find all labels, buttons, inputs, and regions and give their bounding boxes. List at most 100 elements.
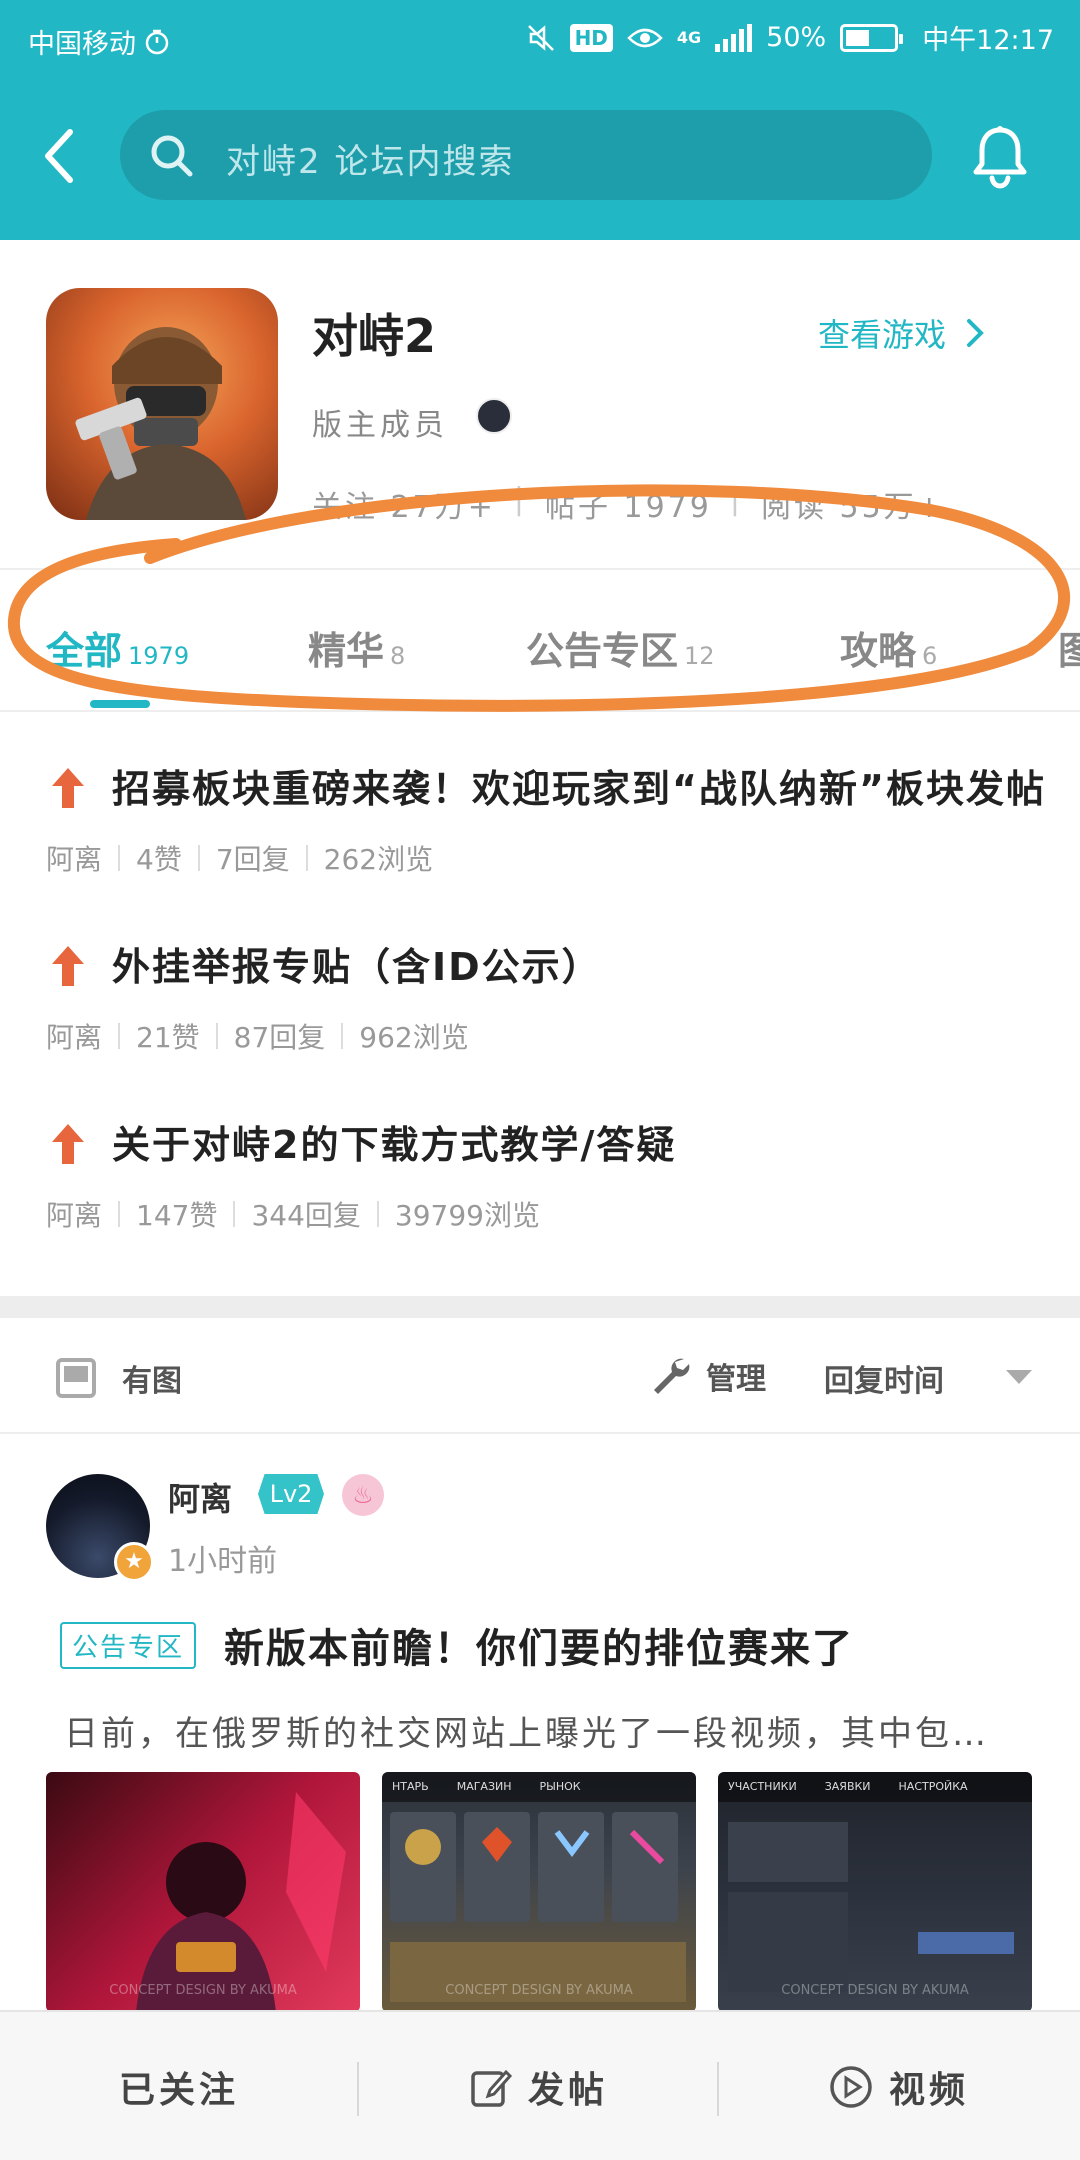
soldier-image: [75, 327, 246, 520]
new-post-button[interactable]: 发帖: [360, 2012, 718, 2160]
search-input[interactable]: 对峙2 论坛内搜索: [120, 110, 932, 200]
manage-label: 管理: [706, 1362, 766, 1397]
eye-icon: [627, 28, 663, 47]
play-icon: [830, 2066, 872, 2108]
thumbnail-tab: ЗАЯВКИ: [824, 1780, 871, 1793]
tab-count: 8: [390, 642, 406, 670]
thumbnail-tab: УЧАСТНИКИ: [728, 1780, 797, 1793]
mute-icon: [527, 24, 554, 51]
bell-icon[interactable]: [970, 124, 1030, 190]
moderator-avatar[interactable]: [476, 398, 512, 434]
sort-dropdown[interactable]: 回复时间: [824, 1356, 944, 1400]
stat-separator: |: [513, 482, 527, 517]
pinned-replies: 344回复: [251, 1199, 361, 1232]
thumbnail-art: [728, 1822, 1014, 1992]
separator: [376, 1201, 379, 1227]
separator: [118, 1201, 121, 1227]
pin-up-arrow-icon: [52, 768, 84, 808]
pinned-meta: 阿离 21赞 87回复 962浏览: [46, 1016, 469, 1056]
separator: [197, 845, 200, 871]
view-game-link[interactable]: 查看游戏: [818, 310, 984, 356]
forum-stats: 关注 27万+ | 帖子 1979 | 阅读 55万+: [312, 482, 945, 526]
separator: [305, 845, 308, 871]
pinned-post[interactable]: 外挂举报专贴（含ID公示） 阿离 21赞 87回复 962浏览: [46, 936, 1046, 1106]
post-tag[interactable]: 公告专区: [60, 1622, 197, 1669]
bottom-action-bar: 已关注 发帖 视频: [0, 2010, 1080, 2160]
view-game-label: 查看游戏: [818, 316, 947, 354]
thumbnail-tab: НАСТРОЙКА: [898, 1780, 968, 1793]
carrier: 中国移动: [28, 22, 170, 61]
pinned-post[interactable]: 招募板块重磅来袭！欢迎玩家到“战队纳新”板块发帖 阿离 4赞 7回复 262浏览: [46, 758, 1046, 928]
pinned-replies: 87回复: [233, 1021, 326, 1054]
post-summary[interactable]: 日前，在俄罗斯的社交网站上曝光了一段视频，其中包含了新版本的内容: [64, 1706, 1014, 1755]
tab-guides[interactable]: 攻略 6: [840, 620, 937, 675]
has-image-label[interactable]: 有图: [122, 1356, 182, 1400]
tab-all[interactable]: 全部 1979: [46, 620, 189, 675]
post-author[interactable]: 阿离: [168, 1474, 232, 1520]
pinned-meta: 阿离 147赞 344回复 39799浏览: [46, 1194, 540, 1234]
separator: [233, 1201, 236, 1227]
pin-up-arrow-icon: [52, 946, 84, 986]
post-label: 发帖: [527, 2070, 608, 2111]
tab-bar: 全部 1979 精华 8 公告专区 12 攻略 6 图: [0, 590, 1080, 710]
section-gap: [0, 1296, 1080, 1318]
post-image[interactable]: НТАРЬ МАГАЗИН РЫНОК CONCEPT DESIGN BY AK…: [382, 1772, 696, 2012]
pinned-replies: 7回复: [215, 843, 290, 876]
stat-followers: 关注 27万+: [312, 490, 496, 525]
followed-label: 已关注: [118, 2070, 239, 2111]
video-button[interactable]: 视频: [720, 2012, 1078, 2160]
pinned-likes: 147赞: [136, 1199, 218, 1232]
status-bar: 中国移动 HD 4G 50% 中午12:17: [0, 0, 1080, 76]
pinned-meta: 阿离 4赞 7回复 262浏览: [46, 838, 433, 878]
separator: [118, 845, 121, 871]
tab-announcements[interactable]: 公告专区 12: [526, 620, 715, 675]
followed-button[interactable]: 已关注: [0, 2012, 358, 2160]
stat-views: 阅读 55万+: [760, 490, 945, 525]
pin-up-arrow-icon: [52, 1124, 84, 1164]
thumbnail-tab: НТАРЬ: [392, 1780, 429, 1793]
pinned-post[interactable]: 关于对峙2的下载方式教学/答疑 阿离 147赞 344回复 39799浏览: [46, 1114, 1046, 1284]
image-filter-icon[interactable]: [56, 1358, 96, 1398]
dropdown-arrow-icon[interactable]: [1004, 1368, 1034, 1386]
thumbnail-caption: CONCEPT DESIGN BY AKUMA: [109, 1983, 297, 1998]
status-icons: HD 4G 50% 中午12:17: [526, 18, 1054, 57]
timer-icon: [145, 29, 169, 54]
tab-label: 精华: [308, 629, 385, 673]
moderators-label: 版主成员: [312, 408, 448, 443]
thumbnail-art: [390, 1812, 686, 2002]
thumbnail-menu: УЧАСТНИКИ ЗАЯВКИ НАСТРОЙКА: [718, 1772, 1032, 1802]
tab-count: 12: [684, 642, 715, 670]
thumbnail-caption: CONCEPT DESIGN BY AKUMA: [781, 1983, 969, 1998]
tab-featured[interactable]: 精华 8: [308, 620, 405, 675]
post-image[interactable]: CONCEPT DESIGN BY AKUMA: [46, 1772, 360, 2012]
carrier-label: 中国移动: [28, 29, 136, 60]
chevron-right-icon: [967, 319, 984, 347]
tab-label: 全部: [46, 629, 123, 673]
thumbnail-tab: МАГАЗИН: [456, 1780, 512, 1793]
thumbnail-caption: CONCEPT DESIGN BY AKUMA: [445, 1983, 633, 1998]
pinned-title: 关于对峙2的下载方式教学/答疑: [112, 1123, 677, 1167]
post-time: 1小时前: [168, 1544, 278, 1579]
tab-count: 6: [922, 642, 938, 670]
tab-label: 攻略: [840, 629, 917, 673]
edit-icon: [471, 2069, 512, 2107]
battery-icon: [840, 23, 904, 52]
post-title[interactable]: 新版本前瞻！你们要的排位赛来了: [224, 1616, 854, 1674]
back-arrow-icon[interactable]: [40, 126, 76, 186]
divider: [0, 568, 1080, 570]
tab-images[interactable]: 图: [1058, 620, 1080, 675]
divider: [0, 710, 1080, 712]
network-type: 4G: [676, 28, 702, 47]
signal-icon: [715, 23, 753, 52]
tab-label: 图: [1058, 629, 1080, 673]
clock: 中午12:17: [922, 25, 1054, 56]
pinned-views: 262浏览: [323, 843, 434, 876]
post-image[interactable]: УЧАСТНИКИ ЗАЯВКИ НАСТРОЙКА CONCEPT DESIG…: [718, 1772, 1032, 2012]
manage-button[interactable]: 管理: [650, 1354, 766, 1398]
filter-bar: 有图 管理 回复时间: [0, 1318, 1080, 1434]
author-avatar[interactable]: ★: [46, 1474, 154, 1582]
pinned-title: 外挂举报专贴（含ID公示）: [112, 945, 602, 989]
pinned-views: 39799浏览: [394, 1199, 540, 1232]
hd-icon: HD: [569, 23, 613, 52]
stat-posts: 帖子 1979: [544, 490, 712, 525]
